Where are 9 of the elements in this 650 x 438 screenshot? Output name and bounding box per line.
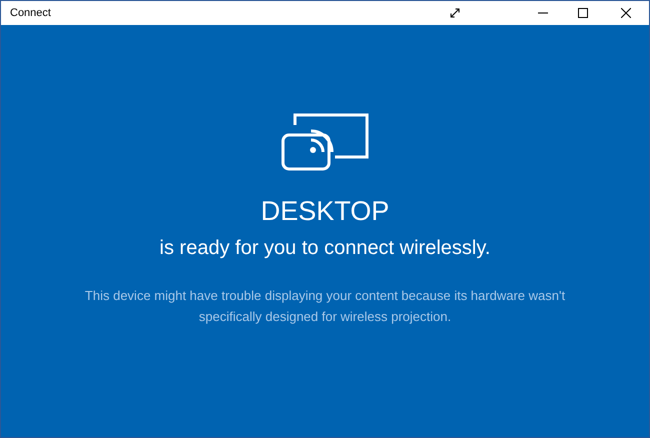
window-title: Connect	[9, 6, 52, 21]
warning-text: This device might have trouble displaying your content because its hardware wasn't specifically designed for wireless projection.	[84, 286, 566, 326]
expand-icon	[450, 8, 460, 18]
minimize-icon	[538, 12, 548, 14]
status-text: is ready for you to connect wirelessly.	[160, 236, 490, 261]
maximize-icon	[578, 8, 588, 18]
close-icon	[621, 8, 631, 18]
wireless-display-icon	[281, 113, 369, 171]
device-name: DESKTOP	[260, 195, 390, 228]
